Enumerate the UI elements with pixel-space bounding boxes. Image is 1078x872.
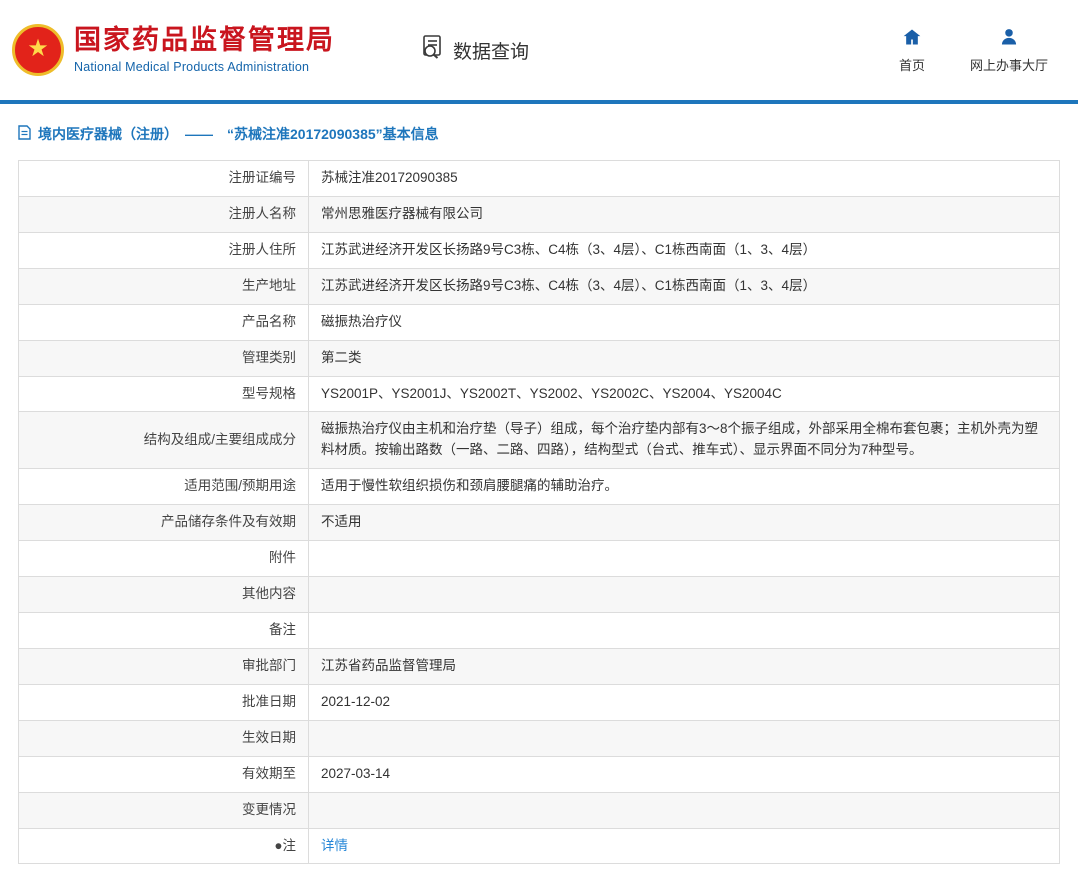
field-label: 附件 <box>18 540 309 578</box>
field-label: 注册证编号 <box>18 160 309 197</box>
field-label: 型号规格 <box>18 375 309 413</box>
field-label: 产品储存条件及有效期 <box>18 504 309 542</box>
star-icon: ★ <box>27 35 49 62</box>
field-value: 适用于慢性软组织损伤和颈肩腰腿痛的辅助治疗。 <box>308 468 1060 506</box>
table-row: 备注 <box>18 611 1060 649</box>
field-value: 2027-03-14 <box>308 755 1060 793</box>
field-label: 有效期至 <box>18 755 309 793</box>
field-value <box>308 576 1060 613</box>
table-row: 附件 <box>18 540 1060 578</box>
table-row: ●注 详情 <box>18 827 1060 865</box>
field-value: 苏械注准20172090385 <box>308 160 1060 197</box>
field-value: 磁振热治疗仪 <box>308 303 1060 341</box>
table-row: 适用范围/预期用途 适用于慢性软组织损伤和颈肩腰腿痛的辅助治疗。 <box>18 468 1060 506</box>
field-label: 适用范围/预期用途 <box>18 468 309 506</box>
field-label: 注册人名称 <box>18 195 309 233</box>
table-row: 批准日期 2021-12-02 <box>18 683 1060 721</box>
nav-home-label: 首页 <box>898 57 925 73</box>
field-label: 审批部门 <box>18 647 309 685</box>
table-row: 生产地址 江苏武进经济开发区长扬路9号C3栋、C4栋（3、4层）、C1栋西南面（1… <box>18 267 1060 305</box>
table-row: 注册证编号 苏械注准20172090385 <box>18 160 1060 197</box>
field-value: 常州思雅医疗器械有限公司 <box>308 195 1060 233</box>
field-label: ●注 <box>18 827 309 865</box>
field-value: 江苏武进经济开发区长扬路9号C3栋、C4栋（3、4层）、C1栋西南面（1、3、4… <box>308 231 1060 269</box>
field-value <box>308 791 1060 829</box>
table-row: 变更情况 <box>18 791 1060 829</box>
brand-text: 国家药品监督管理局 National Medical Products Admi… <box>74 24 335 75</box>
table-row: 其他内容 <box>18 576 1060 613</box>
field-value <box>308 719 1060 757</box>
detail-link[interactable]: 详情 <box>321 838 348 853</box>
data-query-icon <box>420 34 446 66</box>
field-value: 磁振热治疗仪由主机和治疗垫（导子）组成，每个治疗垫内部有3～8个振子组成，外部采… <box>308 411 1060 470</box>
document-icon <box>18 125 31 143</box>
info-table-body: 注册证编号 苏械注准20172090385 注册人名称 常州思雅医疗器械有限公司 注册人… <box>18 160 1060 865</box>
field-label: 其他内容 <box>18 576 309 613</box>
table-row: 注册人名称 常州思雅医疗器械有限公司 <box>18 195 1060 233</box>
breadcrumb-text: 境内医疗器械（注册） —— “苏械注准20172090385”基本信息 <box>38 126 439 142</box>
table-row: 有效期至 2027-03-14 <box>18 755 1060 793</box>
field-label: 变更情况 <box>18 791 309 829</box>
field-value: 第二类 <box>308 339 1060 377</box>
field-label: 产品名称 <box>18 303 309 341</box>
org-name-en: National Medical Products Administration <box>74 60 310 75</box>
field-value: 2021-12-02 <box>308 683 1060 721</box>
national-emblem-icon: ★ <box>12 24 64 76</box>
field-value: 江苏省药品监督管理局 <box>308 647 1060 685</box>
nav-service-hall-label: 网上办事大厅 <box>969 57 1048 73</box>
home-icon <box>902 27 922 50</box>
table-row: 审批部门 江苏省药品监督管理局 <box>18 647 1060 685</box>
nav-home[interactable]: 首页 <box>899 27 925 74</box>
nav-service-hall[interactable]: 网上办事大厅 <box>970 27 1048 74</box>
field-value: 详情 <box>308 827 1060 865</box>
site-logo[interactable]: ★ 国家药品监督管理局 National Medical Products Ad… <box>12 24 335 76</box>
field-label: 注册人住所 <box>18 231 309 269</box>
table-row: 产品储存条件及有效期 不适用 <box>18 504 1060 542</box>
field-label: 生效日期 <box>18 719 309 757</box>
user-icon <box>999 27 1019 50</box>
org-name-cn: 国家药品监督管理局 <box>74 24 335 55</box>
field-label: 生产地址 <box>18 267 309 305</box>
info-table: 注册证编号 苏械注准20172090385 注册人名称 常州思雅医疗器械有限公司 注册人… <box>18 160 1060 865</box>
table-row: 注册人住所 江苏武进经济开发区长扬路9号C3栋、C4栋（3、4层）、C1栋西南面（… <box>18 231 1060 269</box>
field-label: 批准日期 <box>18 683 309 721</box>
field-label: 结构及组成/主要组成成分 <box>18 411 309 470</box>
field-value: 不适用 <box>308 504 1060 542</box>
table-row: 产品名称 磁振热治疗仪 <box>18 303 1060 341</box>
data-query-button[interactable]: 数据查询 <box>420 34 529 66</box>
table-row: 型号规格 YS2001P、YS2001J、YS2002T、YS2002、YS200… <box>18 375 1060 413</box>
field-value: 江苏武进经济开发区长扬路9号C3栋、C4栋（3、4层）、C1栋西南面（1、3、4… <box>308 267 1060 305</box>
breadcrumb: 境内医疗器械（注册） —— “苏械注准20172090385”基本信息 <box>0 104 1078 158</box>
field-value <box>308 611 1060 649</box>
field-label: 备注 <box>18 611 309 649</box>
table-row: 管理类别 第二类 <box>18 339 1060 377</box>
data-query-label: 数据查询 <box>453 41 530 63</box>
field-value: YS2001P、YS2001J、YS2002T、YS2002、YS2002C、Y… <box>308 375 1060 413</box>
field-label: 管理类别 <box>18 339 309 377</box>
top-nav: 首页 网上办事大厅 <box>899 27 1048 74</box>
table-row: 生效日期 <box>18 719 1060 757</box>
table-row: 结构及组成/主要组成成分 磁振热治疗仪由主机和治疗垫（导子）组成，每个治疗垫内部有… <box>18 411 1060 470</box>
site-header: ★ 国家药品监督管理局 National Medical Products Ad… <box>0 0 1078 100</box>
field-value <box>308 540 1060 578</box>
